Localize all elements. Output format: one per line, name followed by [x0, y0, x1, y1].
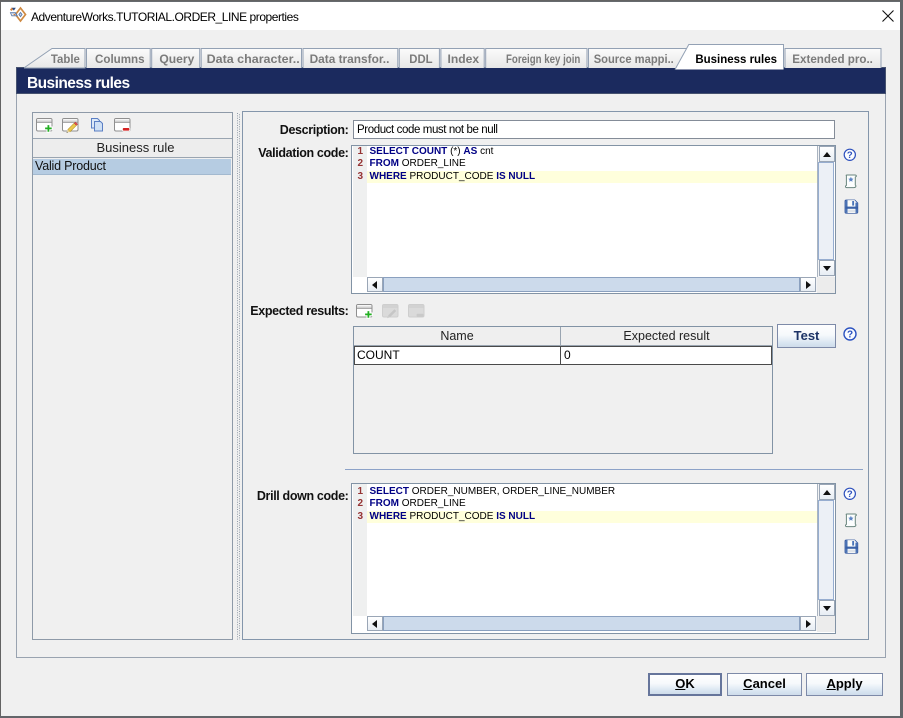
svg-text:Data character..: Data character..	[207, 52, 300, 66]
svg-text:Table: Table	[51, 52, 80, 66]
svg-text:Index: Index	[448, 52, 480, 66]
svg-text:Business rules: Business rules	[695, 52, 777, 66]
svg-text:Foreign key join: Foreign key join	[506, 52, 580, 66]
svg-text:DDL: DDL	[409, 52, 432, 66]
svg-text:Query: Query	[159, 52, 194, 66]
svg-text:Columns: Columns	[95, 52, 145, 66]
svg-text:Source mappi..: Source mappi..	[594, 52, 674, 66]
svg-text:Extended pro..: Extended pro..	[792, 52, 873, 66]
svg-text:?: ?	[847, 330, 853, 341]
svg-text:Data transfor..: Data transfor..	[310, 52, 390, 66]
